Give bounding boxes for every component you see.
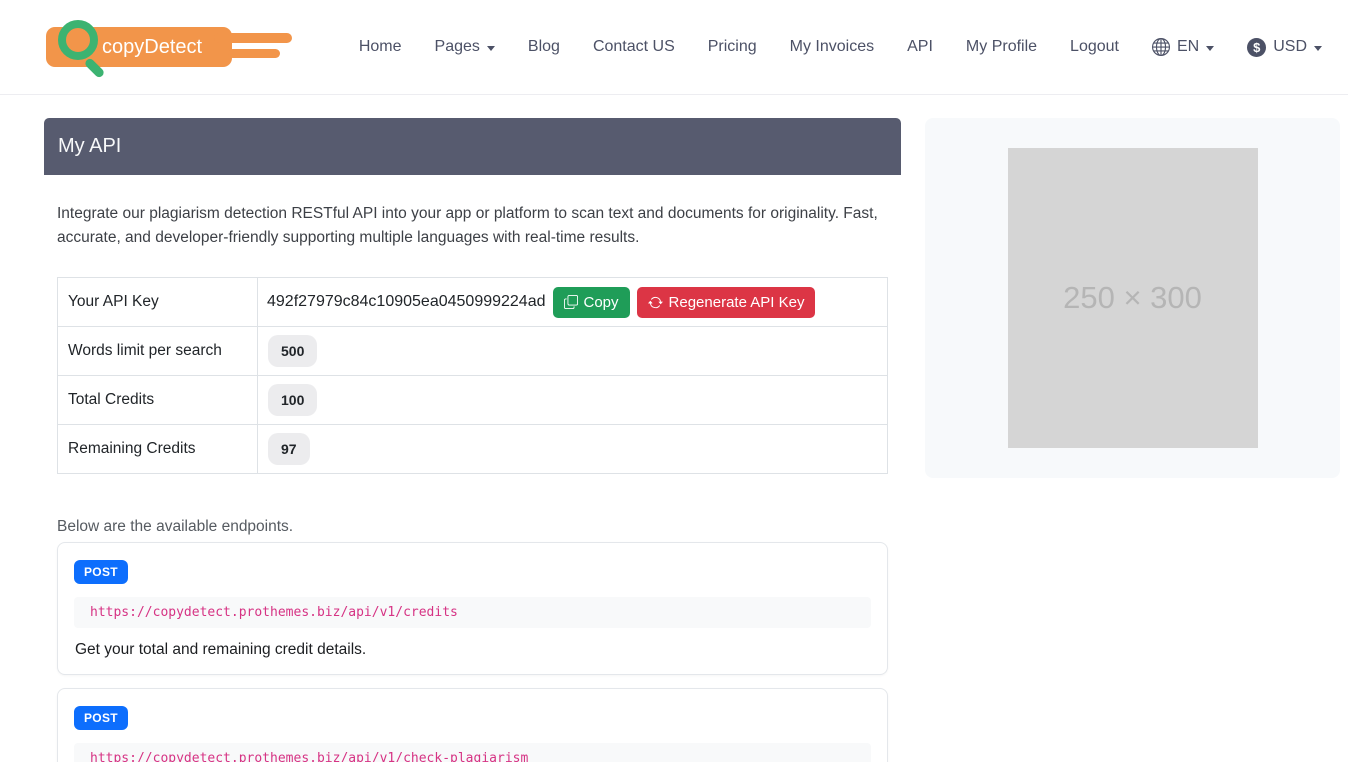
- page-title: My API: [44, 118, 901, 175]
- language-dropdown[interactable]: EN: [1151, 38, 1215, 56]
- page-body: My API Integrate our plagiarism detectio…: [0, 95, 1348, 762]
- refresh-icon: [647, 295, 663, 310]
- language-label: EN: [1176, 38, 1200, 55]
- nav-item-blog[interactable]: Blog: [528, 38, 560, 56]
- chevron-down-icon: [486, 45, 495, 51]
- chevron-down-icon: [1314, 45, 1322, 51]
- dollar-icon: $: [1247, 37, 1267, 57]
- endpoint-card-check-plagiarism: POST https://copydetect.prothemes.biz/ap…: [57, 688, 888, 762]
- chevron-down-icon: [1206, 45, 1215, 51]
- nav-item-pages[interactable]: Pages: [435, 38, 495, 56]
- content-inner: Integrate our plagiarism detection RESTf…: [44, 202, 901, 762]
- nav-item-contact-us[interactable]: Contact US: [593, 38, 675, 56]
- remaining-credits-badge: 97: [268, 433, 310, 465]
- ad-sidebar: 250 × 300: [925, 118, 1340, 478]
- nav-item-my-invoices[interactable]: My Invoices: [790, 38, 874, 56]
- endpoint-url: https://copydetect.prothemes.biz/api/v1/…: [74, 743, 871, 762]
- row-label: Your API Key: [57, 277, 258, 327]
- regenerate-button-label: Regenerate API Key: [668, 293, 805, 311]
- post-method-badge: POST: [74, 706, 128, 730]
- logo-speed-line: [228, 49, 280, 58]
- nav-item-logout[interactable]: Logout: [1070, 38, 1119, 56]
- post-method-badge: POST: [74, 560, 128, 584]
- nav-item-api[interactable]: API: [907, 38, 933, 56]
- endpoints-intro: Below are the available endpoints.: [57, 518, 294, 535]
- magnifier-icon: [58, 20, 98, 60]
- site-header: copyDetect Home Pages Blog Contact US Pr…: [0, 0, 1348, 95]
- globe-icon: [1151, 38, 1170, 56]
- api-table: Your API Key 492f27979c84c10905ea0450999…: [57, 277, 888, 474]
- endpoint-description: Get your total and remaining credit deta…: [75, 641, 367, 658]
- nav-item-pages-label: Pages: [434, 38, 480, 55]
- endpoint-card-credits: POST https://copydetect.prothemes.biz/ap…: [57, 542, 888, 675]
- nav-item-home[interactable]: Home: [359, 38, 402, 56]
- api-description: Integrate our plagiarism detection RESTf…: [57, 205, 878, 246]
- regenerate-api-key-button[interactable]: Regenerate API Key: [636, 286, 816, 318]
- nav-item-pricing[interactable]: Pricing: [708, 38, 757, 56]
- copy-button[interactable]: Copy: [552, 286, 630, 318]
- table-row-words-limit: Words limit per search 500: [57, 326, 888, 376]
- main-nav: Home Pages Blog Contact US Pricing My In…: [359, 37, 1322, 57]
- table-row-total-credits: Total Credits 100: [57, 375, 888, 425]
- api-key-value: 492f27979c84c10905ea0450999224ad: [267, 293, 546, 310]
- api-content: My API Integrate our plagiarism detectio…: [44, 118, 901, 762]
- brand-logo[interactable]: copyDetect: [46, 20, 294, 79]
- endpoint-url: https://copydetect.prothemes.biz/api/v1/…: [74, 597, 871, 628]
- words-limit-badge: 500: [268, 335, 318, 367]
- nav-item-my-profile[interactable]: My Profile: [966, 38, 1037, 56]
- table-row-remaining-credits: Remaining Credits 97: [57, 424, 888, 474]
- logo-speed-line: [214, 33, 292, 43]
- currency-label: USD: [1273, 38, 1307, 55]
- row-label: Total Credits: [57, 375, 258, 425]
- row-label: Remaining Credits: [57, 424, 258, 474]
- total-credits-badge: 100: [268, 384, 318, 416]
- row-label: Words limit per search: [57, 326, 258, 376]
- copy-icon: [563, 295, 578, 309]
- table-row-api-key: Your API Key 492f27979c84c10905ea0450999…: [57, 277, 888, 327]
- ad-placeholder: 250 × 300: [1007, 148, 1258, 448]
- currency-dropdown[interactable]: $ USD: [1247, 37, 1322, 57]
- copy-button-label: Copy: [583, 293, 619, 311]
